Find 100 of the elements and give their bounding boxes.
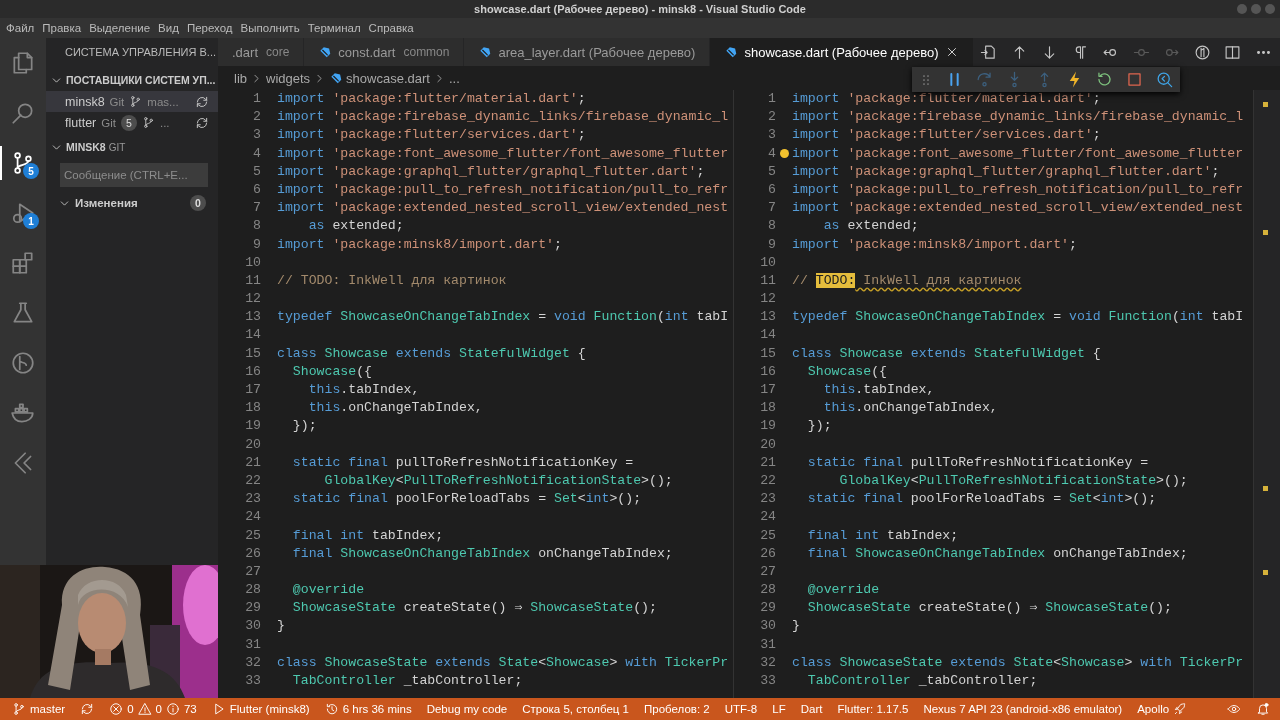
editor-tab[interactable]: area_layer.dart (Рабочее дерево) [464, 38, 711, 66]
line-number: 27 [759, 562, 776, 581]
launch-button[interactable]: Flutter (minsk8) [209, 698, 312, 720]
section-header[interactable]: ПОСТАВЩИКИ СИСТЕМ УП... [66, 74, 216, 86]
status-item[interactable]: Строка 5, столбец 1 [520, 698, 631, 720]
line-number: 9 [252, 235, 261, 254]
editor-tab[interactable]: showcase.dart (Рабочее дерево) [710, 38, 974, 66]
line-number: 14 [759, 326, 776, 345]
line-number: 26 [759, 544, 776, 563]
line-number: 1 [767, 90, 776, 108]
sync-icon [80, 702, 95, 716]
code-line: class ShowcaseState extends State<Showcase> with TickerPr [792, 653, 1244, 672]
line-number: 21 [759, 453, 776, 472]
code-line: } [792, 617, 800, 636]
code-line: ShowcaseState createState() ⇒ ShowcaseState(); [806, 599, 1172, 618]
branch-button[interactable]: master [10, 698, 68, 720]
line-number: 3 [767, 126, 776, 145]
line-number: 31 [244, 635, 261, 654]
compare-icon[interactable] [1193, 43, 1211, 61]
code-line: import 'package:flutter/material.dart'; [792, 90, 1101, 108]
menu-item[interactable]: Терминал [303, 22, 365, 34]
line-number: 1 [252, 90, 261, 108]
commit-message-field[interactable]: Сообщение (CTRL+E... [60, 163, 208, 187]
inspector-icon[interactable] [1155, 70, 1174, 89]
status-item[interactable]: Пробелов: 2 [642, 698, 712, 720]
status-item[interactable]: Nexus 7 API 23 (android-x86 emulator) [921, 698, 1125, 720]
line-number: 11 [759, 271, 776, 290]
status-item[interactable]: Dart [798, 698, 825, 720]
line-number: 15 [244, 344, 261, 363]
menu-item[interactable]: Переход [182, 22, 237, 34]
code-line: this.onChangeTabIndex, [307, 399, 483, 418]
repository-name: flutter [65, 115, 97, 130]
code-line: ShowcaseState createState() ⇒ ShowcaseState(); [291, 599, 657, 618]
section-header[interactable]: MINSK8 [66, 141, 106, 153]
restart-icon[interactable] [1095, 70, 1114, 89]
code-line: import 'package:extended_nested_scroll_view/extended_nest [277, 199, 729, 218]
menu-item[interactable]: Справка [364, 22, 418, 34]
code-line: @override [806, 581, 880, 600]
editor-tab[interactable]: const.dart common [304, 38, 465, 66]
stop-icon[interactable] [1125, 70, 1144, 89]
code-line: // TODO: InkWell для картинок [277, 271, 507, 290]
rocket-icon [1173, 702, 1188, 716]
editor-tab[interactable]: .dart core [218, 38, 305, 66]
status-item[interactable]: UTF-8 [722, 698, 760, 720]
line-number: 5 [252, 162, 261, 181]
breadcrumb-item[interactable]: widgets [266, 70, 311, 86]
sync-icon[interactable] [195, 94, 209, 109]
menu-item[interactable]: Выполнить [236, 22, 304, 34]
line-number: 14 [244, 326, 261, 345]
line-number: 22 [244, 471, 261, 490]
open-file-icon[interactable] [980, 43, 998, 61]
sync-icon[interactable] [195, 115, 209, 130]
breadcrumb-item[interactable]: lib [234, 70, 247, 86]
code-line: @override [291, 581, 365, 600]
code-line: import 'package:font_awesome_flutter/font_awesome_flutter [792, 144, 1244, 163]
status-item[interactable]: Debug my code [424, 698, 510, 720]
branch-icon [129, 95, 143, 108]
line-number: 16 [244, 362, 261, 381]
apollo-button[interactable]: Apollo [1135, 698, 1190, 720]
code-line: class Showcase extends StatefulWidget { [792, 344, 1101, 363]
breadcrumb-item[interactable]: showcase.dart [346, 70, 430, 86]
code-line: import 'package:flutter/services.dart'; [792, 126, 1101, 145]
line-number: 24 [244, 508, 261, 527]
code-line: typedef ShowcaseOnChangeTabIndex = void Function(int tabI [277, 308, 729, 327]
tab-label: const.dart [338, 44, 396, 60]
line-number: 20 [244, 435, 261, 454]
lightbulb-icon[interactable] [779, 149, 789, 159]
problems-button[interactable]: 0 0 73 [107, 698, 199, 720]
code-line: as extended; [822, 217, 919, 236]
line-number: 27 [244, 562, 261, 581]
menu-item[interactable]: Файл [2, 22, 39, 34]
changes-header[interactable]: Изменения [75, 197, 138, 209]
extensions-icon[interactable] [10, 250, 36, 276]
code-line: import 'package:pull_to_refresh_notification/pull_to_refr [792, 180, 1244, 199]
line-number: 4 [767, 144, 776, 163]
line-number: 26 [244, 544, 261, 563]
breadcrumb-item[interactable]: ... [448, 70, 460, 86]
code-line: static final poolForReloadTabs = Set<int>(); [806, 490, 1157, 509]
code-line: final int tabIndex; [291, 526, 444, 545]
status-item[interactable]: LF [770, 698, 788, 720]
timer-button[interactable]: 6 hrs 36 mins [322, 698, 414, 720]
status-item[interactable]: Flutter: 1.17.5 [835, 698, 911, 720]
code-line: class Showcase extends StatefulWidget { [277, 344, 586, 363]
files-icon[interactable] [10, 50, 36, 76]
repository-item[interactable]: minsk8 Git mas... [46, 91, 218, 112]
line-number: 31 [759, 635, 776, 654]
menu-item[interactable]: Выделение [85, 22, 155, 34]
error-icon [109, 702, 124, 716]
branch-name: mas... [147, 95, 179, 108]
tab-description: core [266, 45, 290, 59]
menu-item[interactable]: Вид [154, 22, 183, 34]
split-editor-icon[interactable] [1224, 43, 1242, 61]
repository-item[interactable]: flutter Git 5 ... [46, 112, 218, 133]
code-line: GlobalKey<PullToRefreshNotificationState>(); [838, 471, 1188, 490]
code-line: import 'package:graphql_flutter/graphql_flutter.dart'; [277, 162, 705, 181]
branch-circle-icon[interactable] [10, 350, 36, 376]
line-number: 18 [759, 399, 776, 418]
menu-item[interactable]: Правка [38, 22, 86, 34]
code-line: final ShowcaseOnChangeTabIndex onChangeTabIndex; [291, 544, 673, 563]
tab-description: common [403, 45, 450, 59]
